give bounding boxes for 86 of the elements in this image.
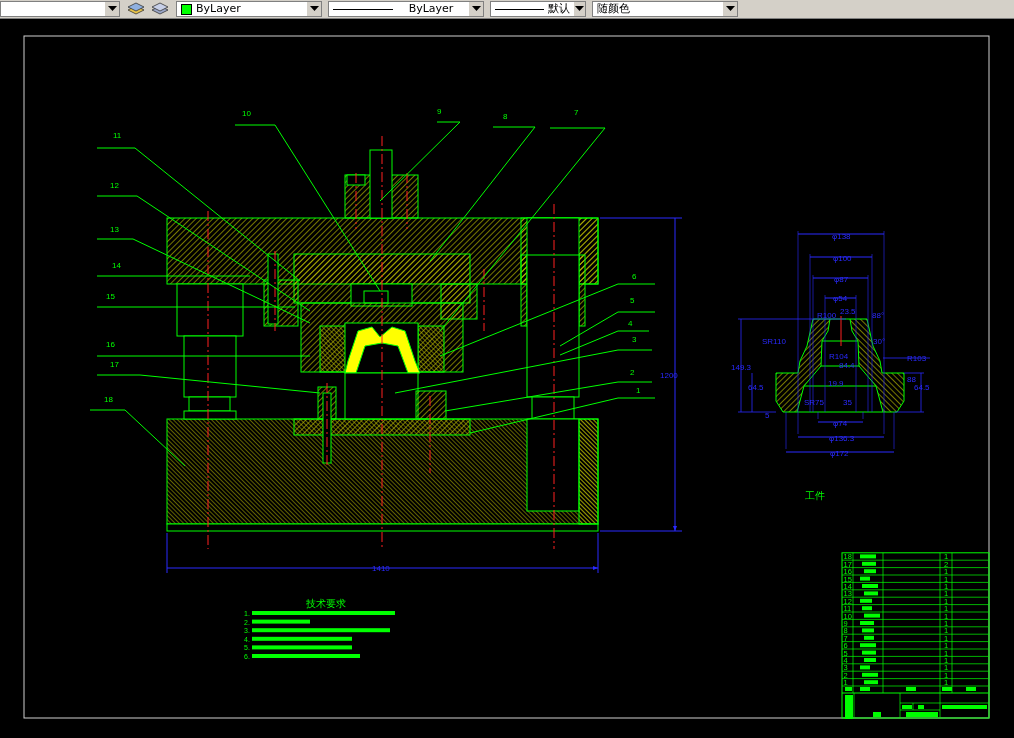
dimension-value: φ136.3 xyxy=(829,434,855,443)
part-number: 17 xyxy=(110,360,119,369)
part-number: 5 xyxy=(630,296,635,305)
illegible-text xyxy=(862,672,878,677)
dimension-value: 5 xyxy=(765,411,770,420)
part-number: 8 xyxy=(503,112,508,121)
dimension-value: 1410 xyxy=(372,564,390,573)
illegible-text xyxy=(860,554,876,559)
dimension-value: 64.5 xyxy=(914,383,930,392)
drawing-caption: 工件 xyxy=(805,490,825,501)
illegible-text xyxy=(862,584,878,588)
illegible-text xyxy=(906,712,938,717)
dimension-value: R100 xyxy=(817,311,837,320)
notes-heading: 技术要求 xyxy=(306,598,346,609)
illegible-text xyxy=(864,591,878,596)
illegible-text xyxy=(942,705,987,709)
part-number: 10 xyxy=(242,109,251,118)
part-number: 12 xyxy=(110,181,119,190)
dropdown[interactable]: ByLayer xyxy=(176,1,322,17)
dimension-value: 149.3 xyxy=(731,363,752,372)
illegible-text xyxy=(906,687,916,691)
part-number: 13 xyxy=(110,225,119,234)
dimension-value: 30° xyxy=(873,337,886,346)
dimension-value: φ87 xyxy=(834,275,849,284)
illegible-text xyxy=(845,695,853,719)
caret-icon xyxy=(471,6,481,12)
illegible-text xyxy=(873,712,881,717)
part-number: 6 xyxy=(632,272,637,281)
illegible-text xyxy=(860,576,870,581)
dropdown[interactable] xyxy=(0,1,120,17)
dimension-value: 84.4 xyxy=(839,361,855,370)
illegible-text xyxy=(860,665,870,670)
dimension-value: 35 xyxy=(843,398,852,407)
dropdown[interactable]: ByLayer xyxy=(328,1,484,17)
dimension-value: 64.5 xyxy=(748,383,764,392)
dimension-value: φ100 xyxy=(833,254,852,263)
illegible-text xyxy=(864,658,876,662)
part-number: 2 xyxy=(630,368,635,377)
part-number: 14 xyxy=(112,261,121,270)
part-number: 15 xyxy=(106,292,115,301)
illegible-text xyxy=(966,687,976,691)
illegible-text xyxy=(864,613,880,618)
illegible-text xyxy=(860,643,876,648)
dimension-value: φ138 xyxy=(832,232,851,241)
dimension-value: 1200 xyxy=(660,371,678,380)
part-number: 7 xyxy=(574,108,579,117)
dimension-value: R103 xyxy=(907,354,927,363)
line-sample xyxy=(495,8,544,10)
caret-icon xyxy=(107,6,117,12)
caret-icon xyxy=(309,6,319,12)
layers-icon[interactable] xyxy=(150,2,170,16)
part-number: 1 xyxy=(636,386,641,395)
dimension-value: 88° xyxy=(872,311,885,320)
dimension-value: 19.9 xyxy=(828,379,844,388)
illegible-text xyxy=(845,687,852,691)
illegible-text xyxy=(860,598,872,603)
dimension-value: φ54 xyxy=(833,294,848,303)
dropdown[interactable]: 随颜色 xyxy=(592,1,738,17)
illegible-text xyxy=(862,561,876,566)
dimension-value: φ172 xyxy=(830,449,849,458)
caret-icon xyxy=(725,6,735,12)
dimension-value: 88 xyxy=(907,375,916,384)
part-number: 4 xyxy=(628,319,633,328)
dimension-value: SR110 xyxy=(762,337,786,346)
illegible-text xyxy=(864,635,874,640)
dimension-value: φ74 xyxy=(833,419,848,428)
part-number: 18 xyxy=(104,395,113,404)
part-number: 9 xyxy=(437,107,442,116)
line-sample xyxy=(333,8,393,10)
dimension-value: SR75 xyxy=(804,398,824,407)
illegible-text xyxy=(860,621,874,625)
part-number: 11 xyxy=(113,131,122,140)
dimension-value: 23.5 xyxy=(840,307,856,316)
illegible-text xyxy=(862,628,874,633)
dropdown[interactable]: 默认 xyxy=(490,1,586,17)
illegible-text xyxy=(864,569,876,574)
part-number: 3 xyxy=(632,335,637,344)
illegible-text xyxy=(862,650,876,655)
illegible-text xyxy=(252,619,310,624)
caret-icon xyxy=(574,6,584,12)
dimension-value: R104 xyxy=(829,352,849,361)
illegible-text xyxy=(942,687,952,691)
layers-icon[interactable] xyxy=(126,2,146,16)
part-number: 16 xyxy=(106,340,115,349)
illegible-text xyxy=(862,606,872,611)
illegible-text xyxy=(864,680,878,685)
